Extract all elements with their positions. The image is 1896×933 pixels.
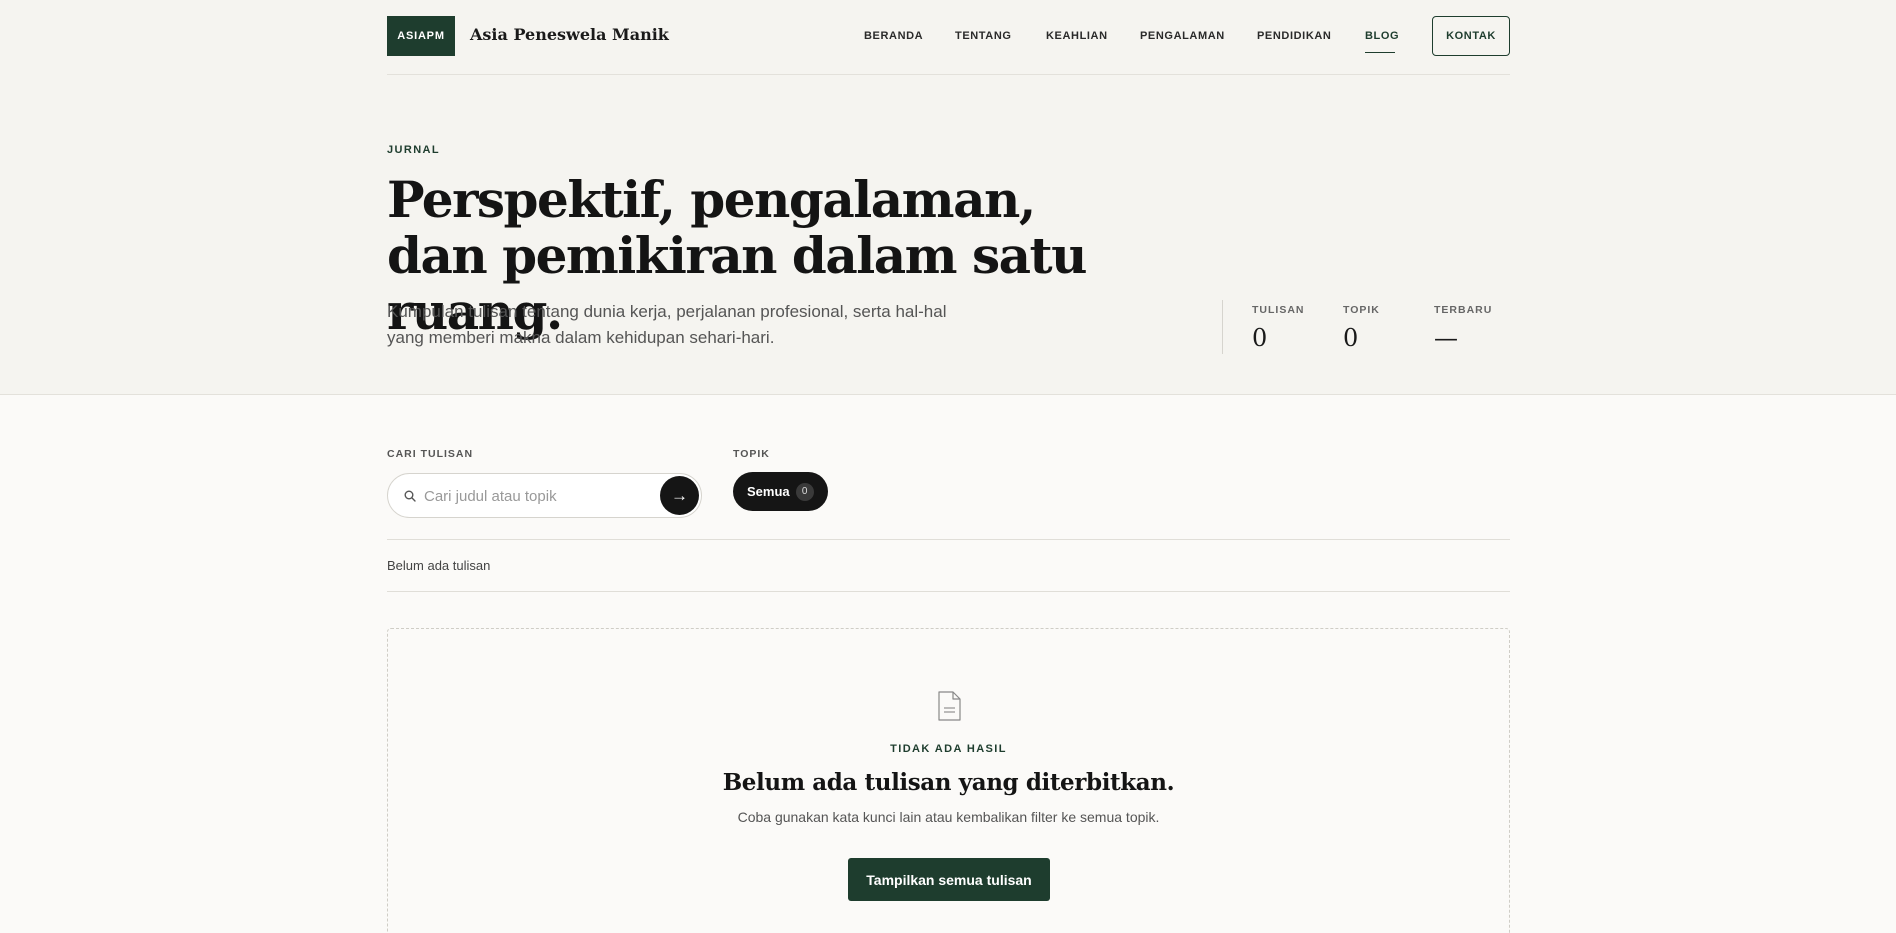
empty-state-card: TIDAK ADA HASIL Belum ada tulisan yang d…: [387, 628, 1510, 933]
blog-stats: TULISAN 0 TOPIK 0 TERBARU —: [1222, 300, 1491, 354]
nav-keahlian[interactable]: KEAHLIAN: [1046, 30, 1108, 42]
empty-state-description: Coba gunakan kata kunci lain atau kembal…: [737, 809, 1160, 825]
search-label: CARI TULISAN: [387, 448, 474, 460]
topic-count-badge: 0: [795, 482, 814, 501]
divider: [387, 539, 1510, 540]
search-icon: [404, 490, 416, 502]
hero-subtitle: Kumpulan tulisan tentang dunia kerja, pe…: [387, 302, 947, 347]
document-icon: [938, 691, 961, 721]
nav-pengalaman[interactable]: PENGALAMAN: [1140, 30, 1225, 42]
stat-value: —: [1434, 324, 1458, 352]
divider: [387, 591, 1510, 592]
empty-state-eyebrow: TIDAK ADA HASIL: [890, 743, 1007, 755]
empty-state-title: Belum ada tulisan yang diterbitkan.: [722, 769, 1175, 796]
stat-posts: TULISAN 0: [1252, 304, 1305, 352]
stat-topics: TOPIK 0: [1343, 304, 1380, 352]
stat-label: TOPIK: [1343, 304, 1380, 316]
nav-active-indicator: [1365, 52, 1395, 53]
stat-latest: TERBARU —: [1434, 304, 1492, 352]
search-submit-button[interactable]: →: [660, 476, 699, 515]
stat-label: TERBARU: [1434, 304, 1493, 316]
stat-value: 0: [1343, 324, 1359, 352]
stat-label: TULISAN: [1252, 304, 1305, 316]
stat-value: 0: [1252, 324, 1268, 352]
search-box: →: [387, 473, 702, 518]
hero-eyebrow: JURNAL: [387, 144, 441, 156]
nav-tentang[interactable]: TENTANG: [955, 30, 1012, 42]
arrow-right-icon: →: [671, 485, 688, 505]
nav-pendidikan[interactable]: PENDIDIKAN: [1257, 30, 1331, 42]
topic-filter-all[interactable]: Semua 0: [733, 472, 828, 511]
logo-badge[interactable]: ASIAPM: [387, 16, 455, 56]
show-all-posts-button[interactable]: Tampilkan semua tulisan: [848, 858, 1050, 901]
site-name[interactable]: Asia Peneswela Manik: [470, 25, 669, 44]
topic-label: TOPIK: [733, 448, 770, 460]
result-count: Belum ada tulisan: [387, 558, 491, 573]
topic-pill-label: Semua: [747, 484, 790, 499]
site-header: ASIAPM Asia Peneswela Manik BERANDA TENT…: [387, 16, 1510, 75]
search-input[interactable]: [424, 484, 644, 508]
nav-beranda[interactable]: BERANDA: [864, 30, 923, 42]
contact-button[interactable]: KONTAK: [1432, 16, 1510, 56]
nav-blog[interactable]: BLOG: [1365, 30, 1399, 42]
